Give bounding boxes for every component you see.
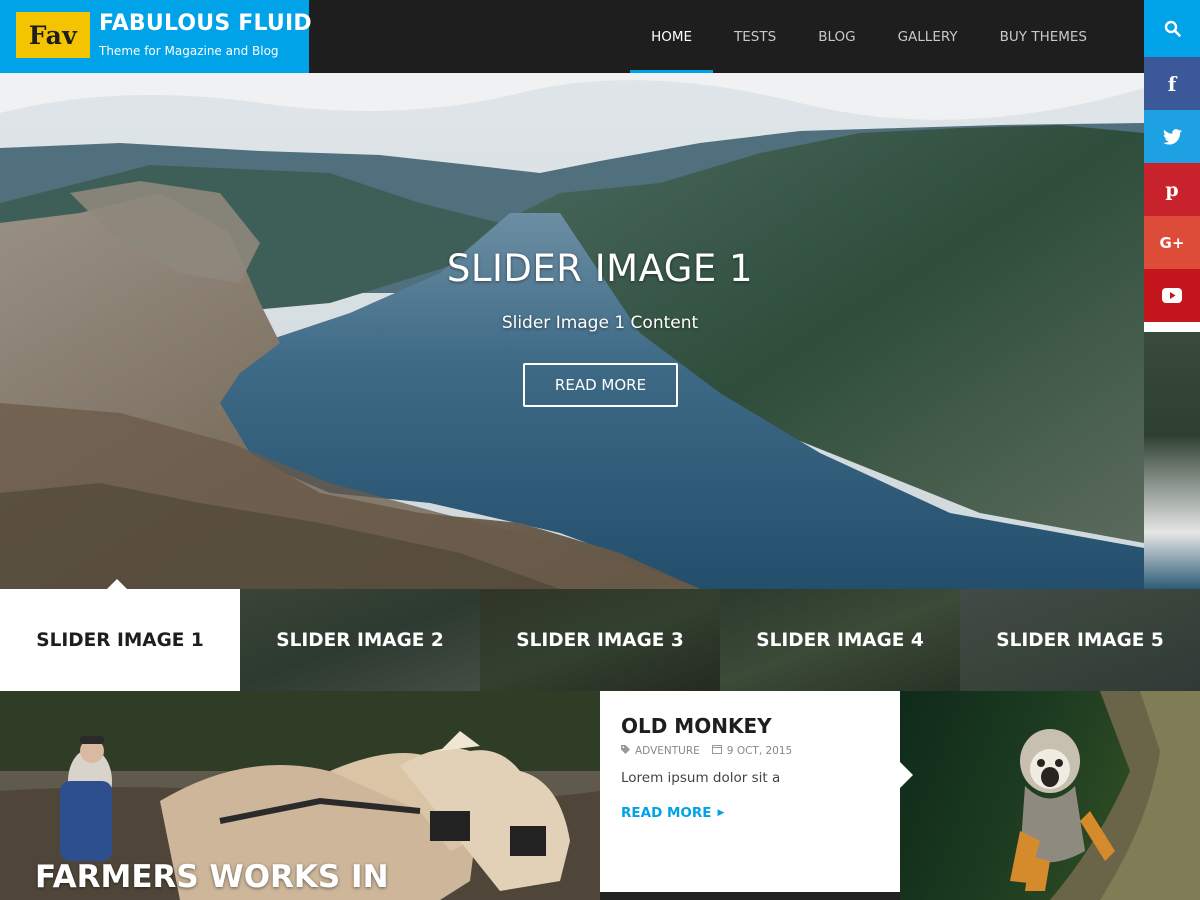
site-title[interactable]: FABULOUS FLUID	[99, 11, 312, 36]
post-date: 9 OCT, 2015	[726, 744, 793, 757]
site-logo[interactable]: Fav	[16, 12, 90, 58]
nav-blog[interactable]: BLOG	[797, 0, 876, 73]
social-bar: f p G+	[1144, 0, 1200, 322]
post-card-pointer	[900, 762, 913, 788]
slider-tab-3[interactable]: SLIDER IMAGE 3	[480, 589, 720, 691]
post-category[interactable]: ADVENTURE	[635, 745, 700, 757]
slider-tabs: SLIDER IMAGE 1 SLIDER IMAGE 2 SLIDER IMA…	[0, 579, 1200, 691]
nav-tests[interactable]: TESTS	[713, 0, 797, 73]
pinterest-icon: p	[1165, 178, 1179, 201]
hero-content: Slider Image 1 Content	[501, 313, 699, 333]
pinterest-button[interactable]: p	[1144, 163, 1200, 216]
tag-icon	[621, 744, 630, 757]
youtube-button[interactable]	[1144, 269, 1200, 322]
feature-post-image[interactable]: FARMERS WORKS IN	[0, 691, 600, 900]
hero-read-more-button[interactable]: READ MORE	[523, 363, 678, 407]
nav-home[interactable]: HOME	[630, 0, 714, 73]
slider-tab-4[interactable]: SLIDER IMAGE 4	[720, 589, 960, 691]
caret-right-icon: ▶	[717, 808, 725, 818]
post-read-more-link[interactable]: READ MORE ▶	[621, 805, 724, 821]
facebook-icon: f	[1167, 71, 1177, 96]
post-meta: ADVENTURE 9 OCT, 2015	[621, 744, 792, 757]
nav-buy-themes[interactable]: BUY THEMES	[979, 0, 1108, 73]
slider-tab-5[interactable]: SLIDER IMAGE 5	[960, 589, 1200, 691]
squirrel-monkey-image	[1010, 691, 1200, 900]
twitter-button[interactable]	[1144, 110, 1200, 163]
google-plus-button[interactable]: G+	[1144, 216, 1200, 269]
calendar-icon	[711, 744, 722, 757]
twitter-icon	[1162, 128, 1182, 145]
brand-block[interactable]: Fav FABULOUS FLUID Theme for Magazine an…	[0, 0, 312, 73]
hero-slider: SLIDER IMAGE 1 Slider Image 1 Content RE…	[0, 73, 1144, 589]
post-card: OLD MONKEY ADVENTURE 9 OCT, 2015 Lorem i…	[600, 691, 900, 892]
main-nav: HOME TESTS BLOG GALLERY BUY THEMES	[630, 0, 1144, 73]
search-button[interactable]	[1144, 0, 1200, 57]
post-read-more-label[interactable]: READ MORE	[621, 805, 712, 821]
feature-post-caption[interactable]: FARMERS WORKS IN	[35, 859, 389, 895]
post-excerpt: Lorem ipsum dolor sit a	[621, 770, 781, 786]
nav-gallery[interactable]: GALLERY	[877, 0, 979, 73]
slider-tab-2[interactable]: SLIDER IMAGE 2	[240, 589, 480, 691]
search-icon	[1164, 20, 1181, 37]
google-plus-icon: G+	[1159, 233, 1185, 252]
site-tagline: Theme for Magazine and Blog	[99, 44, 279, 58]
bottom-strip	[600, 892, 900, 900]
post-title[interactable]: OLD MONKEY	[621, 714, 772, 738]
facebook-button[interactable]: f	[1144, 57, 1200, 110]
youtube-icon	[1162, 288, 1182, 303]
monkey-post-image[interactable]	[900, 691, 1200, 900]
slider-tab-1[interactable]: SLIDER IMAGE 1	[0, 579, 240, 691]
hero-image-edge	[1144, 332, 1200, 589]
site-header: Fav FABULOUS FLUID Theme for Magazine an…	[0, 0, 1144, 73]
hero-title: SLIDER IMAGE 1	[446, 247, 754, 290]
